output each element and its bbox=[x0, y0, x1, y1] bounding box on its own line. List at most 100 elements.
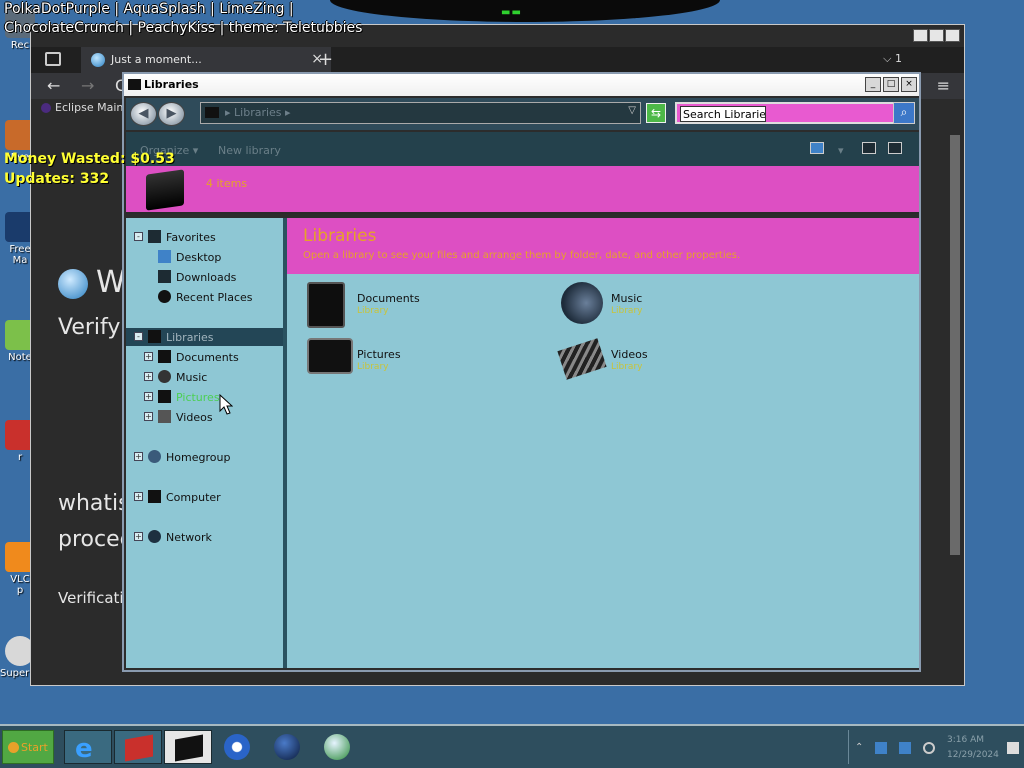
page-text-whatis: whatis bbox=[58, 491, 130, 516]
nav-music[interactable]: + Music bbox=[126, 368, 283, 386]
nav-pictures[interactable]: + Pictures bbox=[126, 388, 283, 406]
system-tray: ⌃ 3:16 AM 12/29/2024 bbox=[848, 730, 1020, 764]
collapse-icon[interactable]: - bbox=[134, 232, 143, 241]
taskbar-app-red[interactable] bbox=[114, 730, 162, 764]
preview-pane-icon[interactable] bbox=[862, 142, 876, 154]
nav-libraries[interactable]: - Libraries bbox=[126, 328, 283, 346]
film-reel-icon bbox=[557, 338, 607, 380]
library-music[interactable]: Music Library bbox=[561, 282, 801, 330]
globe-icon bbox=[274, 734, 300, 760]
tab-active[interactable]: Just a moment... × bbox=[81, 47, 331, 73]
library-icon bbox=[205, 107, 219, 118]
forward-button[interactable]: → bbox=[81, 76, 94, 95]
library-documents[interactable]: Documents Library bbox=[307, 282, 547, 330]
taskbar-explorer[interactable] bbox=[164, 730, 212, 764]
nav-desktop[interactable]: Desktop bbox=[126, 248, 283, 266]
documents-icon bbox=[158, 350, 171, 363]
minimize-button[interactable] bbox=[913, 29, 928, 42]
nav-homegroup[interactable]: + Homegroup bbox=[126, 448, 283, 466]
back-button[interactable]: ← bbox=[47, 76, 60, 95]
maximize-button[interactable]: □ bbox=[883, 77, 899, 92]
expand-icon[interactable]: + bbox=[134, 452, 143, 461]
downloads-icon bbox=[158, 270, 171, 283]
windows-logo-icon bbox=[8, 742, 19, 753]
eclipse-icon bbox=[41, 103, 51, 113]
help-icon[interactable] bbox=[888, 142, 902, 154]
view-options-icon[interactable]: ▾ bbox=[838, 144, 844, 157]
search-icon[interactable]: ⌕ bbox=[893, 102, 915, 124]
new-library-button[interactable]: New library bbox=[218, 144, 281, 157]
collapse-icon[interactable]: - bbox=[134, 332, 143, 341]
taskbar-ie[interactable]: e bbox=[64, 730, 112, 764]
library-icon bbox=[128, 79, 141, 90]
clock-date[interactable]: 12/29/2024 bbox=[947, 750, 999, 760]
expand-icon[interactable]: + bbox=[134, 492, 143, 501]
browser-scrollbar[interactable] bbox=[948, 125, 962, 681]
page-text-verify: Verifyi bbox=[58, 315, 127, 340]
recent-places-icon bbox=[158, 290, 171, 303]
item-count: 4 items bbox=[206, 177, 248, 190]
search-box[interactable]: ⌕ bbox=[675, 102, 915, 124]
desktop-icon bbox=[158, 250, 171, 263]
expand-icon[interactable]: + bbox=[144, 352, 153, 361]
taskbar-media-player[interactable] bbox=[214, 730, 262, 764]
nav-videos[interactable]: + Videos bbox=[126, 408, 283, 426]
address-row: ◀ ▶ ▸ Libraries ▸ ▽ ⇆ ⌕ bbox=[126, 98, 919, 130]
content-pane: Libraries Open a library to see your fil… bbox=[287, 218, 919, 668]
forward-button[interactable]: ▶ bbox=[158, 102, 185, 126]
details-banner: 4 items bbox=[126, 166, 919, 214]
tab-search-icon[interactable] bbox=[45, 52, 61, 66]
nav-favorites[interactable]: - Favorites bbox=[126, 228, 283, 246]
start-button[interactable]: Start bbox=[2, 730, 54, 764]
change-view-icon[interactable] bbox=[810, 142, 824, 154]
volume-icon[interactable] bbox=[923, 742, 935, 754]
expand-icon[interactable]: + bbox=[144, 392, 153, 401]
library-videos[interactable]: Videos Library bbox=[557, 338, 801, 386]
back-button[interactable]: ◀ bbox=[130, 102, 157, 126]
desktop-top-bar bbox=[330, 0, 720, 22]
display-icon[interactable] bbox=[899, 742, 911, 754]
scroll-thumb[interactable] bbox=[950, 135, 960, 555]
nav-documents[interactable]: + Documents bbox=[126, 348, 283, 366]
show-desktop-icon[interactable] bbox=[1007, 742, 1019, 754]
nav-network[interactable]: + Network bbox=[126, 528, 283, 546]
folder-icon bbox=[175, 734, 203, 762]
chevron-down-icon: ⌵ bbox=[883, 52, 892, 65]
action-center-icon[interactable] bbox=[875, 742, 887, 754]
libraries-icon bbox=[146, 169, 184, 211]
homegroup-icon bbox=[148, 450, 161, 463]
library-pictures[interactable]: Pictures Library bbox=[307, 338, 547, 386]
pictures-icon bbox=[307, 338, 353, 374]
close-button[interactable] bbox=[945, 29, 960, 42]
updates-counter: Updates: 332 bbox=[4, 171, 110, 187]
tab-count[interactable]: ⌵ 1 bbox=[883, 52, 902, 66]
tray-expand-icon[interactable]: ⌃ bbox=[855, 742, 867, 754]
internet-explorer-icon: e bbox=[75, 734, 93, 764]
media-player-icon bbox=[224, 734, 250, 760]
nav-recent-places[interactable]: Recent Places bbox=[126, 288, 283, 306]
minimize-button[interactable]: _ bbox=[865, 77, 881, 92]
clock-time[interactable]: 3:16 AM bbox=[947, 735, 984, 745]
refresh-button[interactable]: ⇆ bbox=[646, 103, 666, 123]
close-button[interactable]: × bbox=[901, 77, 917, 92]
maximize-button[interactable] bbox=[929, 29, 944, 42]
address-bar[interactable]: ▸ Libraries ▸ ▽ bbox=[200, 102, 641, 124]
chevron-down-icon[interactable]: ▽ bbox=[628, 105, 636, 116]
breadcrumb: ▸ Libraries ▸ bbox=[225, 106, 291, 119]
expand-icon[interactable]: + bbox=[144, 412, 153, 421]
favorites-icon bbox=[148, 230, 161, 243]
expand-icon[interactable]: + bbox=[134, 532, 143, 541]
taskbar-network-app[interactable] bbox=[314, 730, 362, 764]
network-globe-icon bbox=[324, 734, 350, 760]
explorer-window: Libraries _ □ × ◀ ▶ ▸ Libraries ▸ ▽ ⇆ ⌕ … bbox=[122, 72, 921, 672]
menu-icon[interactable]: ≡ bbox=[937, 76, 950, 95]
nav-downloads[interactable]: Downloads bbox=[126, 268, 283, 286]
videos-icon bbox=[158, 410, 171, 423]
title-bar[interactable]: Libraries _ □ × bbox=[124, 74, 919, 96]
search-input[interactable] bbox=[680, 106, 766, 122]
expand-icon[interactable]: + bbox=[144, 372, 153, 381]
bookmark-item[interactable]: Eclipse Main S bbox=[41, 101, 134, 114]
new-tab-button[interactable]: + bbox=[318, 49, 333, 70]
nav-computer[interactable]: + Computer bbox=[126, 488, 283, 506]
taskbar-browser-globe[interactable] bbox=[264, 730, 312, 764]
